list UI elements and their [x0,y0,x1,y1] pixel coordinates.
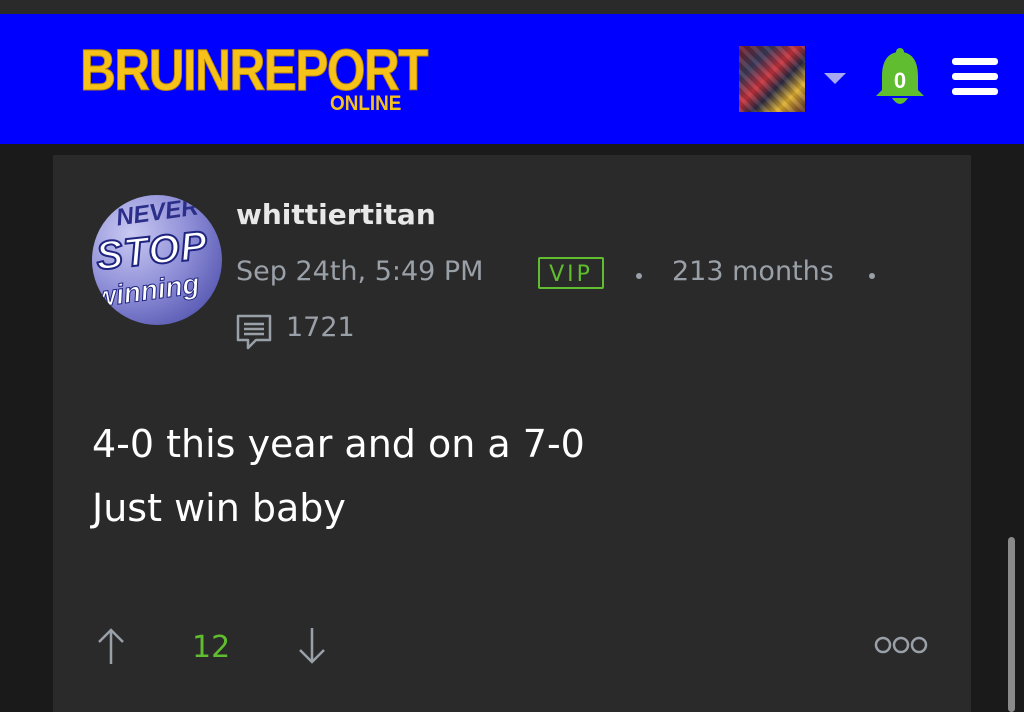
separator-dot [869,273,875,279]
notifications-button[interactable]: 0 [872,46,928,110]
author-name[interactable]: whittiertitan [236,198,436,231]
logo-subtitle: ONLINE [330,92,402,115]
post-line: 4-0 this year and on a 7-0 [92,422,585,466]
arrow-up-icon[interactable] [96,626,126,666]
scrollbar[interactable] [1008,537,1015,712]
member-tenure: 213 months [672,256,834,287]
site-header: BRUINREPORT ONLINE 0 [0,14,1024,144]
post-line: Just win baby [92,486,346,530]
hamburger-icon[interactable] [952,58,998,96]
comment-icon [236,314,272,350]
post-count-value: 1721 [286,312,355,343]
chevron-down-icon[interactable] [824,73,846,84]
post-body: 4-0 this year and on a 7-0 Just win baby [92,412,892,540]
notification-count: 0 [893,68,907,93]
status-strip [0,0,1024,14]
vote-score: 12 [192,630,231,665]
user-avatar[interactable] [739,46,805,112]
vip-badge: VIP [538,257,604,289]
arrow-down-icon[interactable] [297,626,327,666]
more-icon[interactable] [874,636,928,654]
separator-dot [636,273,642,279]
post-timestamp[interactable]: Sep 24th, 5:49 PM [236,256,483,287]
author-avatar[interactable]: NEVER STOP winning [92,195,222,325]
